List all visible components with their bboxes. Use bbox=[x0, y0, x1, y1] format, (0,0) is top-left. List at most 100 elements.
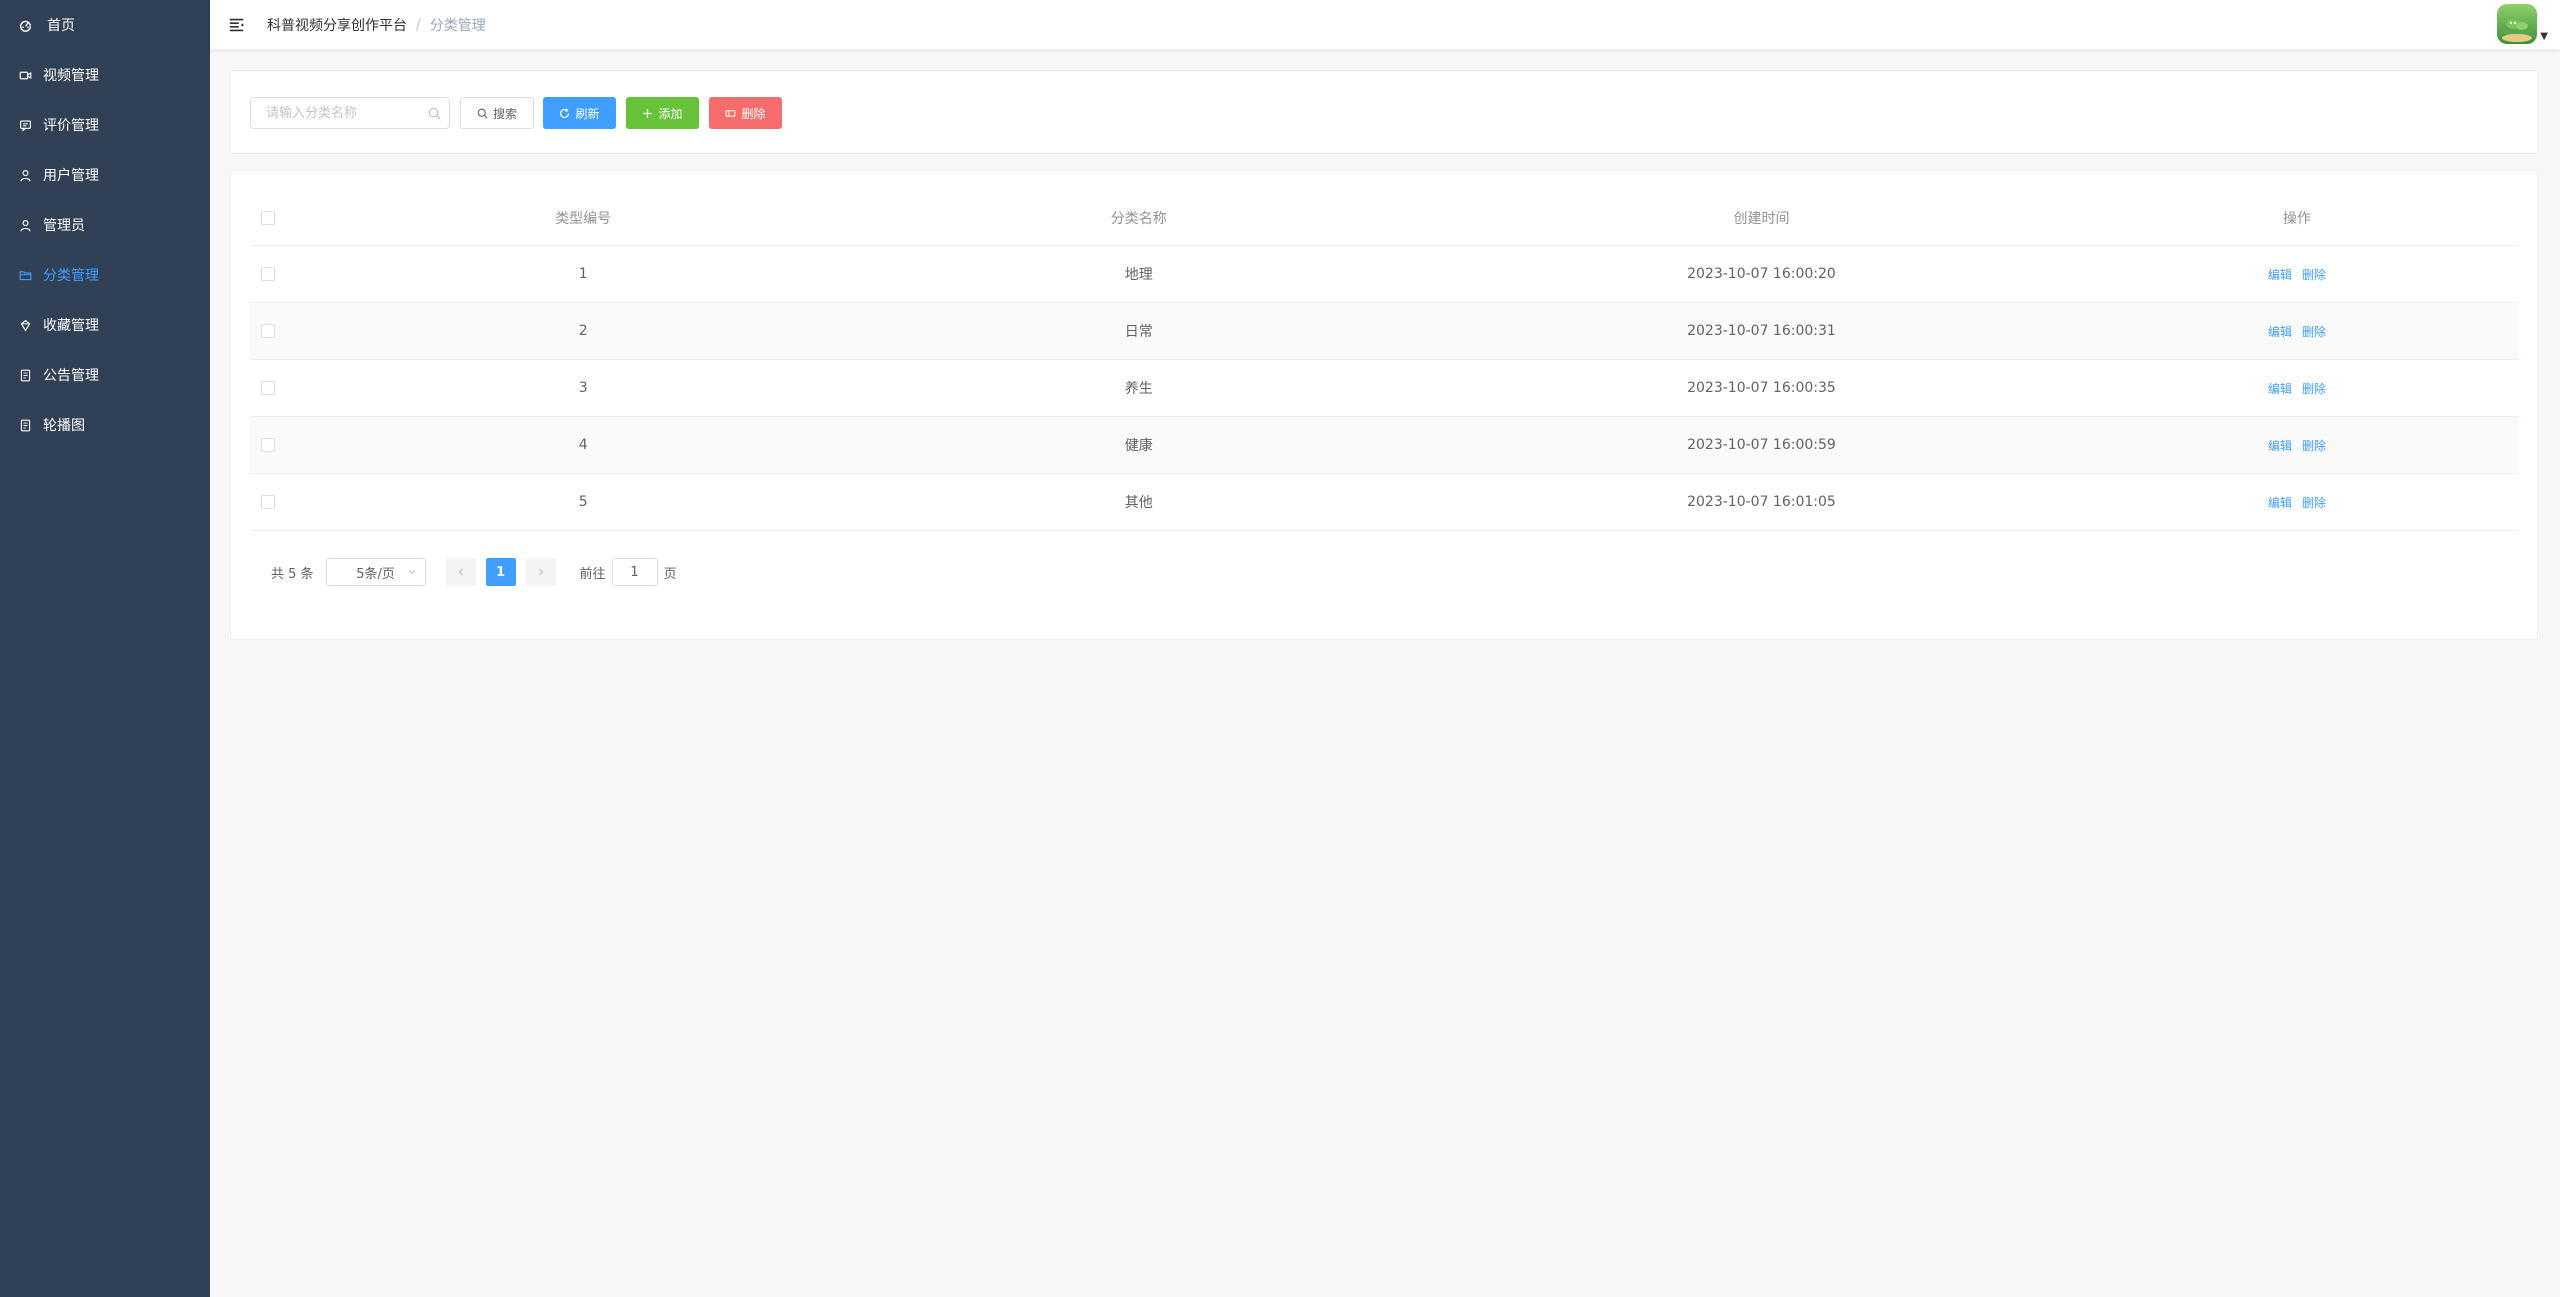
cell-created: 2023-10-07 16:00:20 bbox=[1687, 266, 1836, 282]
add-button[interactable]: 添加 bbox=[626, 97, 699, 129]
cell-created: 2023-10-07 16:00:31 bbox=[1687, 323, 1836, 339]
comment-icon bbox=[18, 118, 32, 132]
notice-icon bbox=[18, 368, 32, 382]
breadcrumb-separator: / bbox=[416, 16, 421, 33]
refresh-button-label: 刷新 bbox=[575, 106, 600, 121]
delete-link[interactable]: 删除 bbox=[2302, 266, 2326, 283]
chevron-down-icon bbox=[407, 566, 417, 576]
category-search-input[interactable] bbox=[251, 98, 449, 128]
search-icon bbox=[477, 108, 488, 119]
table-row: 5 其他 2023-10-07 16:01:05 编辑 删除 bbox=[250, 474, 2519, 531]
cell-id: 2 bbox=[578, 323, 588, 339]
sidebar-item-label: 管理员 bbox=[43, 218, 85, 234]
column-header-id: 类型编号 bbox=[555, 210, 612, 227]
delete-link[interactable]: 删除 bbox=[2302, 437, 2326, 454]
sidebar-item-label: 收藏管理 bbox=[43, 318, 99, 334]
goto-suffix: 页 bbox=[663, 566, 677, 582]
cell-id: 1 bbox=[578, 266, 588, 282]
column-header-actions: 操作 bbox=[2283, 210, 2312, 227]
hamburger-icon[interactable] bbox=[227, 15, 247, 35]
category-table: 类型编号 分类名称 创建时间 操作 1 地理 2023-10-07 16:00:… bbox=[250, 190, 2519, 531]
search-toolbar: 搜索 刷新 添加 删除 bbox=[230, 70, 2538, 154]
chevron-right-icon bbox=[538, 568, 543, 576]
cell-actions: 编辑 删除 bbox=[2075, 494, 2519, 511]
edit-link[interactable]: 编辑 bbox=[2268, 266, 2292, 283]
page-size-value: 5条/页 bbox=[356, 566, 395, 582]
cell-actions: 编辑 删除 bbox=[2075, 266, 2519, 283]
cell-created: 2023-10-07 16:00:35 bbox=[1687, 380, 1836, 396]
sidebar-item-home[interactable]: 首页 bbox=[0, 0, 210, 50]
pagination-total: 共 5 条 bbox=[271, 566, 314, 582]
goto-prefix: 前往 bbox=[579, 566, 606, 582]
sidebar-item-label: 视频管理 bbox=[43, 68, 99, 84]
user-menu[interactable]: ▼ bbox=[2497, 4, 2548, 44]
collection-icon bbox=[18, 318, 32, 332]
refresh-button[interactable]: 刷新 bbox=[543, 97, 616, 129]
edit-link[interactable]: 编辑 bbox=[2268, 494, 2292, 511]
sidebar-item-label: 首页 bbox=[47, 18, 75, 34]
sidebar-item-category[interactable]: 分类管理 bbox=[0, 250, 210, 300]
sidebar-item-carousel[interactable]: 轮播图 bbox=[0, 400, 210, 450]
table-row: 1 地理 2023-10-07 16:00:20 编辑 删除 bbox=[250, 246, 2519, 303]
avatar[interactable] bbox=[2497, 4, 2538, 44]
column-header-name: 分类名称 bbox=[1110, 210, 1167, 227]
chevron-left-icon bbox=[458, 568, 463, 576]
page-number-current[interactable]: 1 bbox=[485, 558, 516, 586]
sidebar-item-label: 公告管理 bbox=[43, 368, 99, 384]
page-jumper: 前往 页 bbox=[580, 558, 677, 586]
cell-created: 2023-10-07 16:00:59 bbox=[1687, 437, 1836, 453]
category-search-box[interactable] bbox=[250, 97, 450, 129]
cell-name: 地理 bbox=[1124, 267, 1153, 283]
cell-name: 健康 bbox=[1124, 438, 1153, 454]
plus-icon bbox=[642, 108, 653, 119]
pagination: 共 5 条 5条/页 1 前往 页 bbox=[271, 558, 677, 586]
top-navbar: 科普视频分享创作平台 / 分类管理 ▼ bbox=[210, 0, 2560, 50]
cell-name: 养生 bbox=[1124, 381, 1153, 397]
admin-icon bbox=[18, 218, 32, 232]
delete-link[interactable]: 删除 bbox=[2302, 494, 2326, 511]
search-button-label: 搜索 bbox=[492, 106, 517, 121]
sidebar-item-admin[interactable]: 管理员 bbox=[0, 200, 210, 250]
batch-delete-button[interactable]: 删除 bbox=[709, 97, 782, 129]
sidebar-item-label: 用户管理 bbox=[43, 168, 99, 184]
carousel-icon bbox=[18, 418, 32, 432]
cell-id: 5 bbox=[578, 494, 588, 510]
sidebar-item-collection[interactable]: 收藏管理 bbox=[0, 300, 210, 350]
table-header-row: 类型编号 分类名称 创建时间 操作 bbox=[250, 190, 2519, 246]
goto-page-input[interactable] bbox=[611, 558, 658, 586]
refresh-icon bbox=[559, 107, 570, 119]
page-size-select[interactable]: 5条/页 bbox=[325, 558, 426, 586]
sidebar-item-notice[interactable]: 公告管理 bbox=[0, 350, 210, 400]
edit-link[interactable]: 编辑 bbox=[2268, 437, 2292, 454]
table-row: 3 养生 2023-10-07 16:00:35 编辑 删除 bbox=[250, 360, 2519, 417]
search-icon bbox=[428, 107, 441, 120]
edit-link[interactable]: 编辑 bbox=[2268, 380, 2292, 397]
cell-actions: 编辑 删除 bbox=[2075, 323, 2519, 340]
delete-link[interactable]: 删除 bbox=[2302, 380, 2326, 397]
cell-actions: 编辑 删除 bbox=[2075, 437, 2519, 454]
sidebar-item-users[interactable]: 用户管理 bbox=[0, 150, 210, 200]
next-page-button[interactable] bbox=[525, 558, 556, 586]
prev-page-button[interactable] bbox=[445, 558, 476, 586]
cell-actions: 编辑 删除 bbox=[2075, 380, 2519, 397]
delete-link[interactable]: 删除 bbox=[2302, 323, 2326, 340]
folder-icon bbox=[18, 268, 32, 282]
dashboard-icon bbox=[18, 18, 32, 32]
table-row: 4 健康 2023-10-07 16:00:59 编辑 删除 bbox=[250, 417, 2519, 474]
video-icon bbox=[18, 68, 32, 82]
delete-icon bbox=[725, 108, 736, 119]
add-button-label: 添加 bbox=[658, 106, 683, 121]
sidebar: 首页 视频管理 评价管理 用户管理 管理员 分类管理 收藏管理 公告管理 轮播图 bbox=[0, 0, 210, 1297]
user-icon bbox=[18, 168, 32, 182]
batch-delete-button-label: 删除 bbox=[741, 106, 766, 121]
sidebar-item-video[interactable]: 视频管理 bbox=[0, 50, 210, 100]
search-button[interactable]: 搜索 bbox=[460, 97, 534, 129]
breadcrumb-home[interactable]: 科普视频分享创作平台 bbox=[267, 15, 407, 35]
edit-link[interactable]: 编辑 bbox=[2268, 323, 2292, 340]
cell-id: 4 bbox=[578, 437, 588, 453]
breadcrumb-current: 分类管理 bbox=[429, 17, 486, 34]
sidebar-item-comment[interactable]: 评价管理 bbox=[0, 100, 210, 150]
caret-down-icon[interactable]: ▼ bbox=[2540, 31, 2548, 42]
column-header-created: 创建时间 bbox=[1733, 210, 1790, 227]
sidebar-item-label: 评价管理 bbox=[43, 118, 99, 134]
